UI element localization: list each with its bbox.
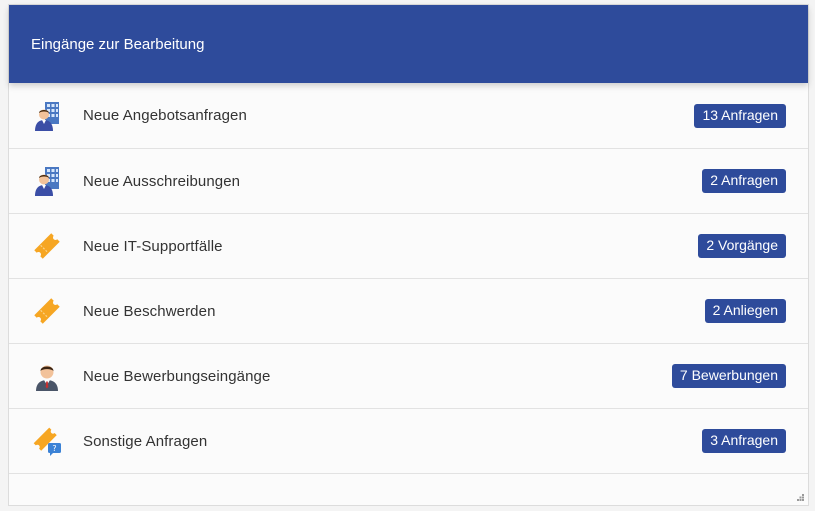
count-badge: 7 Bewerbungen	[671, 364, 786, 388]
inbox-list: Neue Angebotsanfragen 13 Anfragen Neue A…	[9, 83, 808, 474]
list-item-angebotsanfragen[interactable]: Neue Angebotsanfragen 13 Anfragen	[9, 83, 808, 149]
svg-text:?: ?	[52, 444, 56, 453]
count-badge: 2 Anliegen	[704, 299, 786, 323]
list-item-label: Neue Bewerbungseingänge	[83, 367, 271, 385]
ticket-icon	[31, 295, 63, 327]
applicant-icon	[31, 360, 63, 392]
list-item-label: Neue Angebotsanfragen	[83, 107, 247, 124]
count-badge: 13 Anfragen	[694, 103, 786, 128]
count-badge: 2 Anfragen	[702, 169, 786, 193]
inbox-panel: Eingänge zur Bearbeitung Neue Angebotsan…	[8, 4, 809, 506]
business-person-icon	[31, 100, 63, 132]
list-item-label: Neue Ausschreibungen	[83, 172, 241, 190]
list-item-label: Sonstige Anfragen	[83, 432, 208, 450]
list-item-ausschreibungen[interactable]: Neue Ausschreibungen 2 Anfragen	[9, 149, 808, 214]
list-item-it-supportfaelle[interactable]: Neue IT-Supportfälle 2 Vorgänge	[9, 214, 808, 279]
panel-title: Eingänge zur Bearbeitung	[31, 35, 205, 53]
list-item-bewerbungseingaenge[interactable]: Neue Bewerbungseingänge 7 Bewerbungen	[9, 344, 808, 409]
ticket-icon	[31, 230, 63, 262]
count-badge: 3 Anfragen	[702, 429, 786, 453]
list-item-beschwerden[interactable]: Neue Beschwerden 2 Anliegen	[9, 279, 808, 344]
list-item-label: Neue IT-Supportfälle	[83, 237, 223, 255]
count-badge: 2 Vorgänge	[698, 234, 786, 258]
list-item-label: Neue Beschwerden	[83, 302, 216, 320]
resize-handle-icon[interactable]	[797, 494, 804, 501]
panel-header: Eingänge zur Bearbeitung	[9, 5, 808, 83]
ticket-question-icon: ?	[31, 425, 63, 457]
list-item-sonstige-anfragen[interactable]: ? Sonstige Anfragen 3 Anfragen	[9, 409, 808, 474]
business-person-icon	[31, 165, 63, 197]
